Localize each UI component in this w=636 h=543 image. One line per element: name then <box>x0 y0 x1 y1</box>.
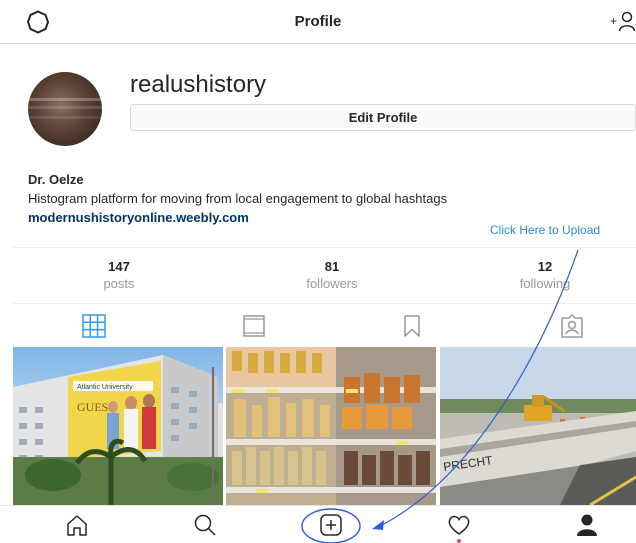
feed-icon[interactable] <box>241 313 267 339</box>
search-icon[interactable] <box>192 512 218 538</box>
construction-photo: PRECHT <box>440 347 636 505</box>
store-shelf-photo <box>226 347 436 505</box>
bottom-nav <box>0 505 636 543</box>
upload-annotation-label: Click Here to Upload <box>490 223 601 237</box>
profile-view-tabs <box>13 304 636 347</box>
followers-label: followers <box>306 276 358 291</box>
stat-followers[interactable]: 81 followers <box>257 259 407 291</box>
tagged-icon[interactable] <box>559 313 585 339</box>
profile-stats: 147 posts 81 followers 12 following <box>13 247 636 304</box>
profile-bio: Histogram platform for moving from local… <box>28 191 448 206</box>
stat-posts[interactable]: 147 posts <box>44 259 194 291</box>
following-count: 12 <box>537 259 553 274</box>
new-post-icon[interactable] <box>318 512 344 538</box>
add-user-icon[interactable]: + <box>610 9 636 33</box>
billboard-banner-text: Atlantic University <box>77 384 133 391</box>
posts-count: 147 <box>108 259 130 274</box>
followers-count: 81 <box>324 259 340 274</box>
following-label: following <box>519 276 571 291</box>
top-bar: Profile + <box>0 0 636 44</box>
profile-display-name: Dr. Oelze <box>28 172 84 187</box>
grid-photo[interactable]: PRECHT <box>440 347 636 505</box>
posts-label: posts <box>103 276 135 291</box>
grid-photo[interactable] <box>226 347 436 505</box>
home-icon[interactable] <box>64 512 90 538</box>
profile-icon[interactable] <box>574 512 600 538</box>
photo-grid: Atlantic University GUESS PRECHT <box>13 347 636 505</box>
avatar[interactable] <box>28 72 102 146</box>
grid-icon[interactable] <box>81 313 107 339</box>
building-photo: Atlantic University GUESS <box>13 355 223 505</box>
profile-website-link[interactable]: modernushistoryonline.weebly.com <box>28 210 249 225</box>
edit-profile-button[interactable]: Edit Profile <box>130 104 636 131</box>
stat-following[interactable]: 12 following <box>470 259 620 291</box>
page-title: Profile <box>294 13 342 30</box>
profile-username: realushistory <box>130 71 267 98</box>
grid-photo[interactable]: Atlantic University GUESS <box>13 347 223 505</box>
activity-icon[interactable] <box>446 512 472 538</box>
saved-icon[interactable] <box>399 313 425 339</box>
activity-notification-dot <box>457 539 461 543</box>
svg-text:+: + <box>610 14 617 28</box>
